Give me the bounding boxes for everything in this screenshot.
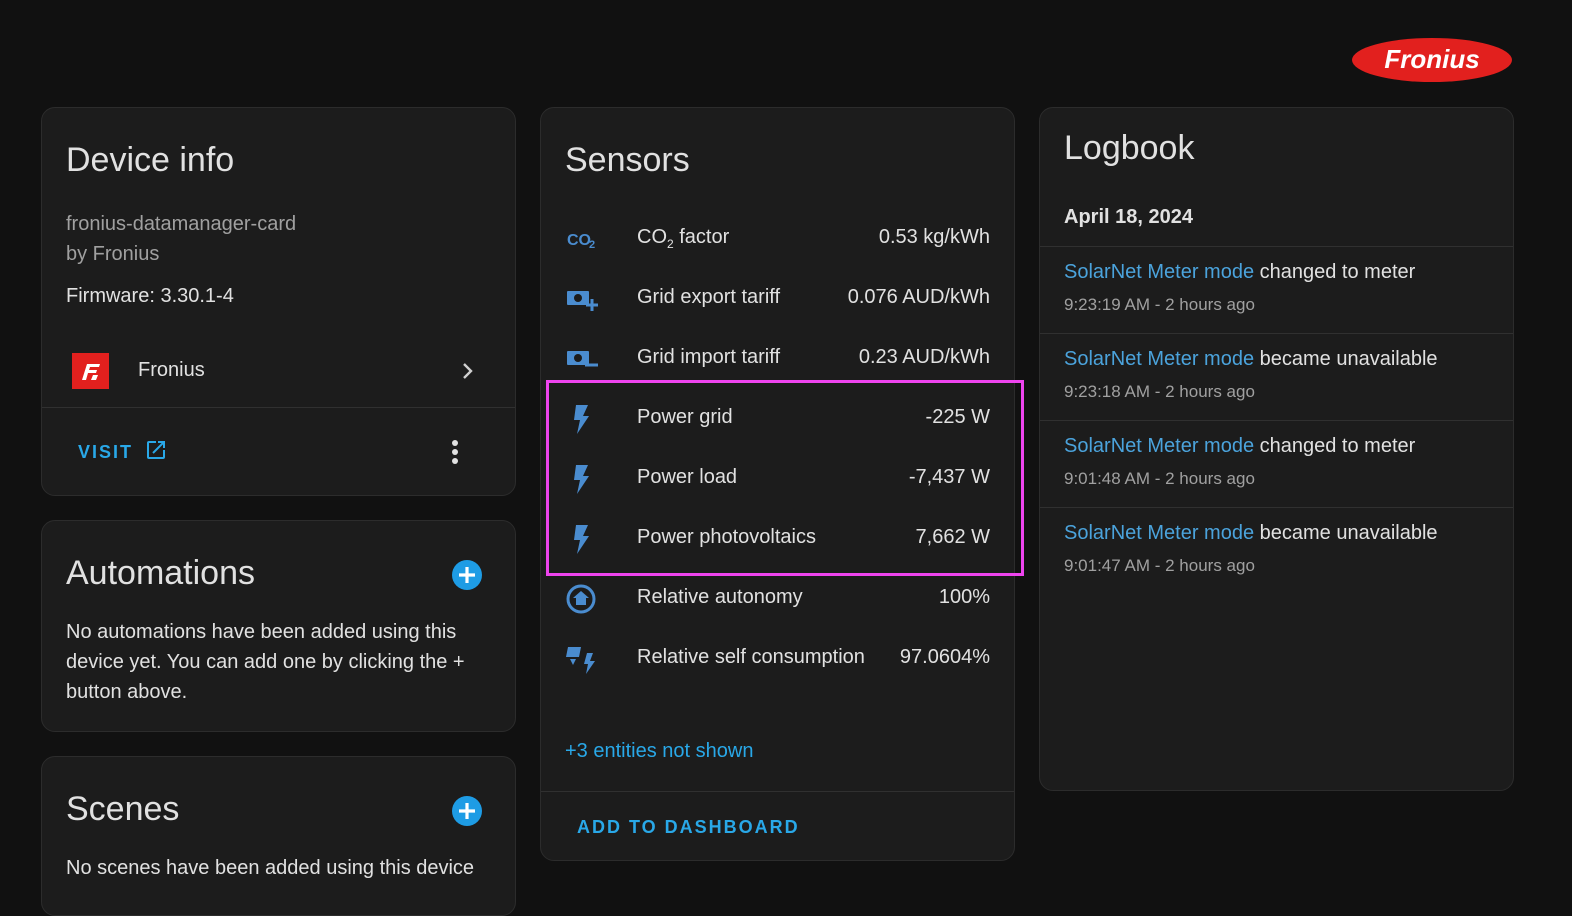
automations-card: Automations No automations have been add… [41, 520, 516, 732]
chevron-right-icon [463, 363, 473, 379]
solar-power-icon [566, 647, 595, 674]
sensor-row-relative-autonomy[interactable]: Relative autonomy 100% [541, 569, 1014, 629]
device-info-card: Device info fronius-datamanager-card by … [41, 107, 516, 496]
sensor-value: 100% [938, 586, 990, 608]
svg-text:CO: CO [567, 232, 591, 249]
device-model: fronius-datamanager-card [66, 213, 297, 235]
logbook-entry: SolarNet Meter mode changed to meter 9:2… [1040, 247, 1513, 333]
sensor-name: Relative self consumption [637, 646, 865, 668]
logbook-entity-link[interactable]: SolarNet Meter mode [1064, 348, 1254, 370]
logbook-entry-time: 9:01:48 AM - 2 hours ago [1064, 469, 1255, 488]
svg-text:2: 2 [589, 239, 595, 251]
plus-icon [459, 567, 475, 583]
logbook-entry-text: SolarNet Meter mode became unavailable [1064, 522, 1438, 544]
open-in-new-icon [147, 441, 165, 459]
logbook-entry-time: 9:23:19 AM - 2 hours ago [1064, 295, 1255, 314]
logbook-date: April 18, 2024 [1064, 206, 1193, 228]
divider [42, 407, 515, 408]
sensor-value: 0.076 AUD/kWh [847, 286, 990, 308]
entities-not-shown-link[interactable]: +3 entities not shown [565, 740, 753, 763]
logbook-entry-text: SolarNet Meter mode changed to meter [1064, 261, 1416, 283]
logbook-title: Logbook [1064, 129, 1195, 167]
logbook-entry-time: 9:01:47 AM - 2 hours ago [1064, 556, 1255, 575]
add-scene-button[interactable] [452, 796, 482, 826]
logbook-entry: SolarNet Meter mode became unavailable 9… [1040, 334, 1513, 420]
logbook-entry: SolarNet Meter mode became unavailable 9… [1040, 508, 1513, 594]
visit-label: VISIT [78, 442, 134, 462]
device-firmware: Firmware: 3.30.1-4 [66, 285, 234, 307]
scenes-card: Scenes No scenes have been added using t… [41, 756, 516, 916]
sensor-name: Grid export tariff [637, 286, 781, 308]
add-to-dashboard-button[interactable]: ADD TO DASHBOARD [577, 817, 800, 838]
home-circle-icon [566, 584, 596, 614]
divider [541, 791, 1014, 792]
add-automation-button[interactable] [452, 560, 482, 590]
logbook-entity-link[interactable]: SolarNet Meter mode [1064, 435, 1254, 457]
integration-name: Fronius [138, 359, 205, 381]
highlight-box [546, 380, 1024, 576]
logbook-entry-text: SolarNet Meter mode changed to meter [1064, 435, 1416, 457]
sensor-value: 0.53 kg/kWh [878, 226, 990, 248]
logbook-card: Logbook April 18, 2024 SolarNet Meter mo… [1039, 107, 1514, 791]
logbook-entity-link[interactable]: SolarNet Meter mode [1064, 261, 1254, 283]
automations-title: Automations [66, 554, 255, 592]
sensor-row-relative-self-consumption[interactable]: Relative self consumption 97.0604% [541, 629, 1014, 689]
device-manufacturer: by Fronius [66, 243, 160, 265]
sensor-value: 97.0604% [899, 646, 990, 668]
sensor-row-grid-export-tariff[interactable]: Grid export tariff 0.076 AUD/kWh [541, 269, 1014, 329]
plus-icon [459, 803, 475, 819]
scenes-title: Scenes [66, 790, 180, 828]
fronius-logo: Fronius [1352, 38, 1512, 82]
sensor-row-co2-factor[interactable]: CO 2 CO2 factor 0.53 kg/kWh [541, 209, 1014, 269]
logbook-entry-text: SolarNet Meter mode became unavailable [1064, 348, 1438, 370]
sensors-title: Sensors [565, 141, 690, 179]
fronius-brand-icon [72, 353, 109, 389]
integration-row[interactable]: Fronius [42, 338, 515, 404]
sensor-name: Relative autonomy [637, 586, 803, 608]
sensor-name: CO2 factor [637, 226, 730, 251]
logbook-entity-link[interactable]: SolarNet Meter mode [1064, 522, 1254, 544]
scenes-empty-text: No scenes have been added using this dev… [66, 857, 475, 879]
automations-empty-text: No automations have been added using thi… [66, 621, 465, 703]
more-options-icon[interactable] [445, 438, 465, 466]
logbook-entry: SolarNet Meter mode changed to meter 9:0… [1040, 421, 1513, 507]
cash-plus-icon [567, 291, 598, 311]
sensor-value: 0.23 AUD/kWh [858, 346, 990, 368]
sensor-name: Grid import tariff [637, 346, 780, 368]
logo-text: Fronius [1384, 44, 1479, 74]
device-info-title: Device info [66, 141, 235, 179]
cash-minus-icon [567, 351, 598, 367]
co2-icon: CO 2 [567, 232, 595, 251]
logbook-entry-time: 9:23:18 AM - 2 hours ago [1064, 382, 1255, 401]
